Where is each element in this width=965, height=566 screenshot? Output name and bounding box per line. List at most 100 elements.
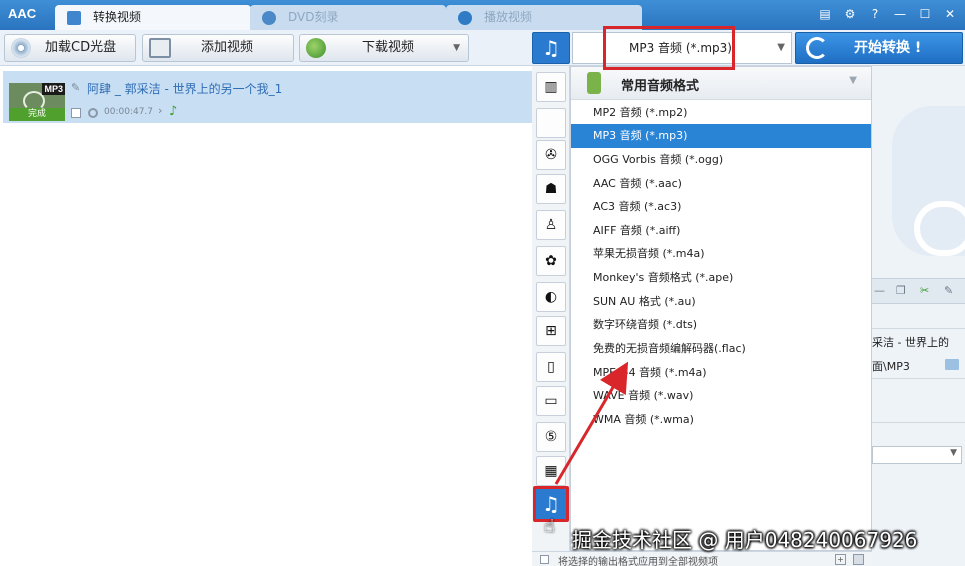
maximize-icon[interactable]: ☐ (918, 7, 932, 21)
format-option[interactable]: 免费的无损音频编解码器(.flac) (571, 337, 871, 361)
output-folder-path: 面\MP3 (872, 360, 910, 373)
gear-icon[interactable]: ⚙ (843, 7, 857, 21)
format-option[interactable]: Monkey's 音频格式 (*.ape) (571, 266, 871, 290)
film-add-icon (149, 38, 171, 58)
format-panel-footer: 将选择的输出格式应用到全部视频项 + (532, 551, 872, 566)
cloud-icon (914, 201, 965, 256)
tab-label: DVD刻录 (288, 10, 339, 24)
divider (872, 422, 965, 423)
format-option[interactable]: AAC 音频 (*.aac) (571, 172, 871, 196)
start-convert-button[interactable]: 开始转换 ! (795, 32, 963, 64)
format-option[interactable]: WAVE 音频 (*.wav) (571, 384, 871, 408)
format-option[interactable]: AC3 音频 (*.ac3) (571, 195, 871, 219)
load-cd-label: 加载CD光盘 (45, 40, 117, 55)
minimize-icon[interactable]: — (893, 7, 907, 21)
chevron-down-icon: ▼ (950, 448, 957, 458)
highlight-annotation (603, 26, 735, 70)
scissors-icon[interactable]: ✂ (920, 284, 934, 298)
android-settings-icon[interactable]: ✇ (536, 140, 566, 170)
android-icon[interactable]: ☗ (536, 174, 566, 204)
globe-download-icon (306, 38, 326, 58)
format-option[interactable]: WMA 音频 (*.wma) (571, 408, 871, 432)
watermark: 掘金技术社区 @ 用户048240067926 (572, 528, 918, 552)
file-thumbnail: MP3 完成 (9, 83, 65, 121)
folder-icon[interactable] (945, 359, 959, 370)
minus-icon[interactable]: — (874, 284, 888, 298)
window-controls: ▤ ⚙ ? — ☐ ✕ (818, 7, 957, 21)
music-player-icon (587, 72, 601, 94)
device-category-bar: ▥ ✇ ☗ ♙ ✿ ◐ ⊞ ▯ ▭ ⑤ ▦ ♫ (532, 66, 570, 551)
download-video-button[interactable]: 下载视频 ▼ (299, 34, 469, 62)
group-label: 常用音频格式 (621, 79, 700, 94)
refresh-icon (806, 37, 828, 59)
play-icon (458, 11, 472, 25)
cd-icon (11, 38, 31, 58)
music-note-icon[interactable]: ♪ (169, 104, 177, 119)
load-cd-button[interactable]: 加载CD光盘 (4, 34, 136, 62)
app-logo: AAC (8, 6, 37, 21)
tab-label: 转换视频 (93, 10, 142, 24)
file-list: MP3 完成 ✎ 阿肆 _ 郭采洁 - 世界上的另一个我_1 00:00:47.… (0, 66, 532, 566)
settings-select[interactable]: ▼ (872, 446, 962, 464)
chevron-down-icon: ▼ (777, 42, 785, 53)
preview-panel: — ❐ ✂ ✎ 采洁 - 世界上的 面\MP3 ▼ (872, 66, 965, 566)
format-option[interactable]: SUN AU 格式 (*.au) (571, 290, 871, 314)
phone-icon[interactable]: ▯ (536, 352, 566, 382)
tv-icon[interactable]: ▭ (536, 386, 566, 416)
film-icon[interactable]: ▦ (536, 456, 566, 486)
disc-icon (262, 11, 276, 25)
close-icon[interactable]: ✕ (943, 7, 957, 21)
audio-bars-icon[interactable]: ▥ (536, 72, 566, 102)
format-option[interactable]: MP2 音频 (*.mp2) (571, 101, 871, 125)
add-icon[interactable]: + (835, 554, 846, 565)
format-category-button[interactable]: ♫ (532, 32, 570, 64)
divider (872, 328, 965, 329)
add-video-button[interactable]: 添加视频 (142, 34, 294, 62)
apply-all-label: 将选择的输出格式应用到全部视频项 (558, 557, 718, 566)
menu-icon[interactable]: ▤ (818, 7, 832, 21)
file-name[interactable]: 阿肆 _ 郭采洁 - 世界上的另一个我_1 (87, 80, 282, 97)
copy-icon[interactable]: ❐ (896, 284, 910, 298)
lg-icon[interactable]: ◐ (536, 282, 566, 312)
huawei-icon[interactable]: ✿ (536, 246, 566, 276)
start-convert-label: 开始转换 ! (854, 40, 922, 56)
pencil-icon[interactable]: ✎ (71, 81, 80, 94)
format-option[interactable]: 数字环绕音频 (*.dts) (571, 313, 871, 337)
help-icon[interactable]: ? (868, 7, 882, 21)
format-option[interactable]: OGG Vorbis 音频 (*.ogg) (571, 148, 871, 172)
chevron-down-icon[interactable]: ▼ (849, 75, 857, 86)
list-item[interactable]: MP3 完成 ✎ 阿肆 _ 郭采洁 - 世界上的另一个我_1 00:00:47.… (3, 71, 532, 123)
music-note-icon: ♫ (542, 36, 560, 60)
apple-icon[interactable] (536, 108, 566, 138)
format-option[interactable]: MPEG-4 音频 (*.m4a) (571, 361, 871, 385)
tab-label: 播放视频 (484, 10, 533, 24)
chevron-right-icon[interactable]: › (158, 104, 162, 117)
file-duration: 00:00:47.7 (104, 107, 154, 117)
html5-icon[interactable]: ⑤ (536, 422, 566, 452)
hand-cursor-icon: ☝ (544, 516, 555, 537)
chevron-down-icon[interactable]: ▼ (453, 35, 460, 61)
tab-dvd-burn[interactable]: DVD刻录 (250, 5, 446, 30)
format-option[interactable]: 苹果无损音频 (*.m4a) (571, 242, 871, 266)
wrench-icon[interactable]: ✎ (944, 284, 958, 298)
tab-convert-video[interactable]: 转换视频 (55, 5, 251, 30)
download-video-label: 下载视频 (362, 40, 415, 55)
status-badge: 完成 (9, 108, 65, 121)
format-badge: MP3 (42, 83, 65, 95)
playstation-icon[interactable]: ♙ (536, 210, 566, 240)
file-checkbox[interactable] (71, 108, 81, 118)
format-option-selected[interactable]: MP3 音频 (*.mp3) (571, 124, 871, 148)
windows-icon[interactable]: ⊞ (536, 316, 566, 346)
apply-all-checkbox[interactable] (540, 555, 549, 564)
title-bar: AAC 转换视频 DVD刻录 播放视频 ▤ ⚙ ? — ☐ ✕ (0, 0, 965, 30)
output-file-name: 采洁 - 世界上的 (872, 336, 949, 349)
divider (872, 378, 965, 379)
format-group-header[interactable]: 常用音频格式 ▼ (571, 67, 871, 100)
format-option[interactable]: AIFF 音频 (*.aiff) (571, 219, 871, 243)
add-video-label: 添加视频 (201, 40, 254, 55)
save-icon[interactable] (853, 554, 864, 565)
preview-toolbar: — ❐ ✂ ✎ (872, 278, 965, 304)
clock-icon (88, 108, 98, 118)
format-list-panel: 常用音频格式 ▼ MP2 音频 (*.mp2) MP3 音频 (*.mp3) O… (570, 66, 872, 551)
preview-placeholder (892, 106, 965, 256)
